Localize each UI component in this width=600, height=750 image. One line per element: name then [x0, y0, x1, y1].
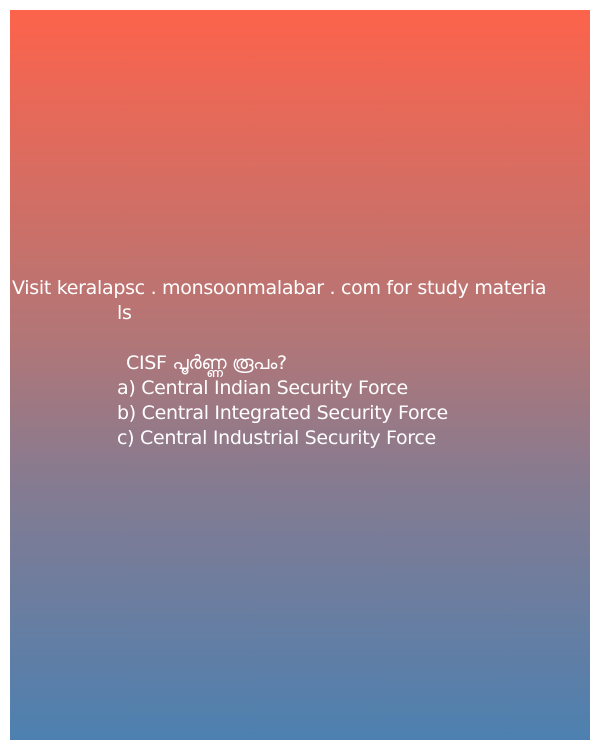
- question-text: CISF പൂർണ്ണ രൂപം?: [126, 352, 287, 374]
- promo-line-2: ls: [117, 302, 132, 324]
- quiz-card: Visit keralapsc . monsoonmalabar . com f…: [10, 10, 590, 740]
- option-c: c) Central Industrial Security Force: [117, 427, 436, 449]
- quiz-text-block: Visit keralapsc . monsoonmalabar . com f…: [10, 276, 590, 451]
- option-b: b) Central Integrated Security Force: [117, 402, 448, 424]
- option-a: a) Central Indian Security Force: [117, 377, 408, 399]
- promo-line-1: Visit keralapsc . monsoonmalabar . com f…: [12, 277, 547, 299]
